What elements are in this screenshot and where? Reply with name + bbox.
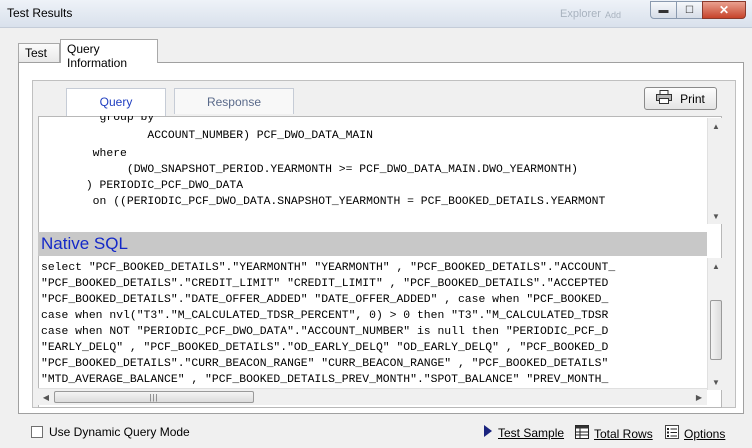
native-sql-line: select "PCF_BOOKED_DETAILS"."YEARMONTH" … <box>41 262 616 274</box>
native-sql-header: Native SQL <box>38 232 707 256</box>
options-button[interactable]: Options <box>664 424 725 443</box>
native-sql-text[interactable]: select "PCF_BOOKED_DETAILS"."YEARMONTH" … <box>38 260 707 388</box>
scroll-up-icon[interactable]: ▲ <box>708 258 724 274</box>
test-sample-label: Test Sample <box>498 425 565 440</box>
query-vertical-scrollbar[interactable]: ▲ ▼ <box>707 118 723 224</box>
native-sql-line: "EARLY_DELQ" , "PCF_BOOKED_DETAILS"."OD_… <box>41 342 609 354</box>
vertical-scroll-thumb[interactable] <box>710 300 722 360</box>
native-sql-line: case when nvl("T3"."M_CALCULATED_TDSR_PE… <box>41 310 609 322</box>
scroll-up-icon[interactable]: ▲ <box>708 118 724 134</box>
bottom-toolbar: Use Dynamic Query Mode Test Sample Total… <box>0 418 752 448</box>
scroll-down-icon[interactable]: ▼ <box>708 374 724 390</box>
printer-icon <box>656 90 673 107</box>
window-controls: ▬ ☐ ✕ <box>650 1 746 19</box>
total-rows-label: Total Rows <box>594 426 653 441</box>
print-button-label: Print <box>680 91 705 106</box>
options-list-icon <box>664 424 680 443</box>
query-sql-text[interactable]: group by ACCOUNT_NUMBER) PCF_DWO_DATA_MA… <box>38 114 708 220</box>
background-ghost-text-2: Add <box>605 10 622 20</box>
sql-line: on ((PERIODIC_PCF_DWO_DATA.SNAPSHOT_YEAR… <box>38 196 606 208</box>
background-ghost-text: Explorer <box>560 8 601 20</box>
native-sql-line: case when NOT "PERIODIC_PCF_DWO_DATA"."A… <box>41 326 609 338</box>
scroll-right-icon[interactable]: ▶ <box>691 389 707 405</box>
play-arrow-icon <box>482 424 494 441</box>
minimize-button[interactable]: ▬ <box>650 1 677 19</box>
scroll-left-icon[interactable]: ◀ <box>38 389 54 405</box>
sql-line: where <box>38 148 127 160</box>
total-rows-button[interactable]: Total Rows <box>574 424 653 443</box>
dynamic-query-mode-label: Use Dynamic Query Mode <box>49 425 190 439</box>
native-sql-vertical-scrollbar[interactable]: ▲ ▼ <box>707 258 723 390</box>
database-icon <box>574 424 590 443</box>
native-sql-line: "MTD_AVERAGE_BALANCE" , "PCF_BOOKED_DETA… <box>41 374 609 386</box>
window-title: Test Results <box>7 6 73 20</box>
tab-query-information[interactable]: Query Information <box>60 39 158 70</box>
tab-response[interactable]: Response <box>174 88 294 114</box>
horizontal-scrollbar[interactable]: ◀ ||| ▶ <box>38 388 707 405</box>
scroll-down-icon[interactable]: ▼ <box>708 208 724 224</box>
tab-test[interactable]: Test <box>18 43 60 62</box>
sql-line: ) PERIODIC_PCF_DWO_DATA <box>38 180 244 192</box>
tab-query[interactable]: Query <box>66 88 166 116</box>
options-label: Options <box>684 426 726 441</box>
print-button[interactable]: Print <box>644 87 717 110</box>
native-sql-line: "PCF_BOOKED_DETAILS"."DATE_OFFER_ADDED" … <box>41 294 609 306</box>
native-sql-line: "PCF_BOOKED_DETAILS"."CREDIT_LIMIT" "CRE… <box>41 278 609 290</box>
close-button[interactable]: ✕ <box>702 1 746 19</box>
native-sql-line: "PCF_BOOKED_DETAILS"."CURR_BEACON_RANGE"… <box>41 358 609 370</box>
title-bar: Test Results Explorer Add ▬ ☐ ✕ <box>0 0 752 28</box>
dynamic-query-mode-checkbox[interactable] <box>31 426 43 438</box>
sql-line: ACCOUNT_NUMBER) PCF_DWO_DATA_MAIN <box>38 130 373 142</box>
sql-line: (DWO_SNAPSHOT_PERIOD.YEARMONTH >= PCF_DW… <box>38 164 579 176</box>
horizontal-scroll-thumb[interactable]: ||| <box>54 391 254 403</box>
maximize-button[interactable]: ☐ <box>676 1 703 19</box>
test-sample-button[interactable]: Test Sample <box>482 424 564 441</box>
